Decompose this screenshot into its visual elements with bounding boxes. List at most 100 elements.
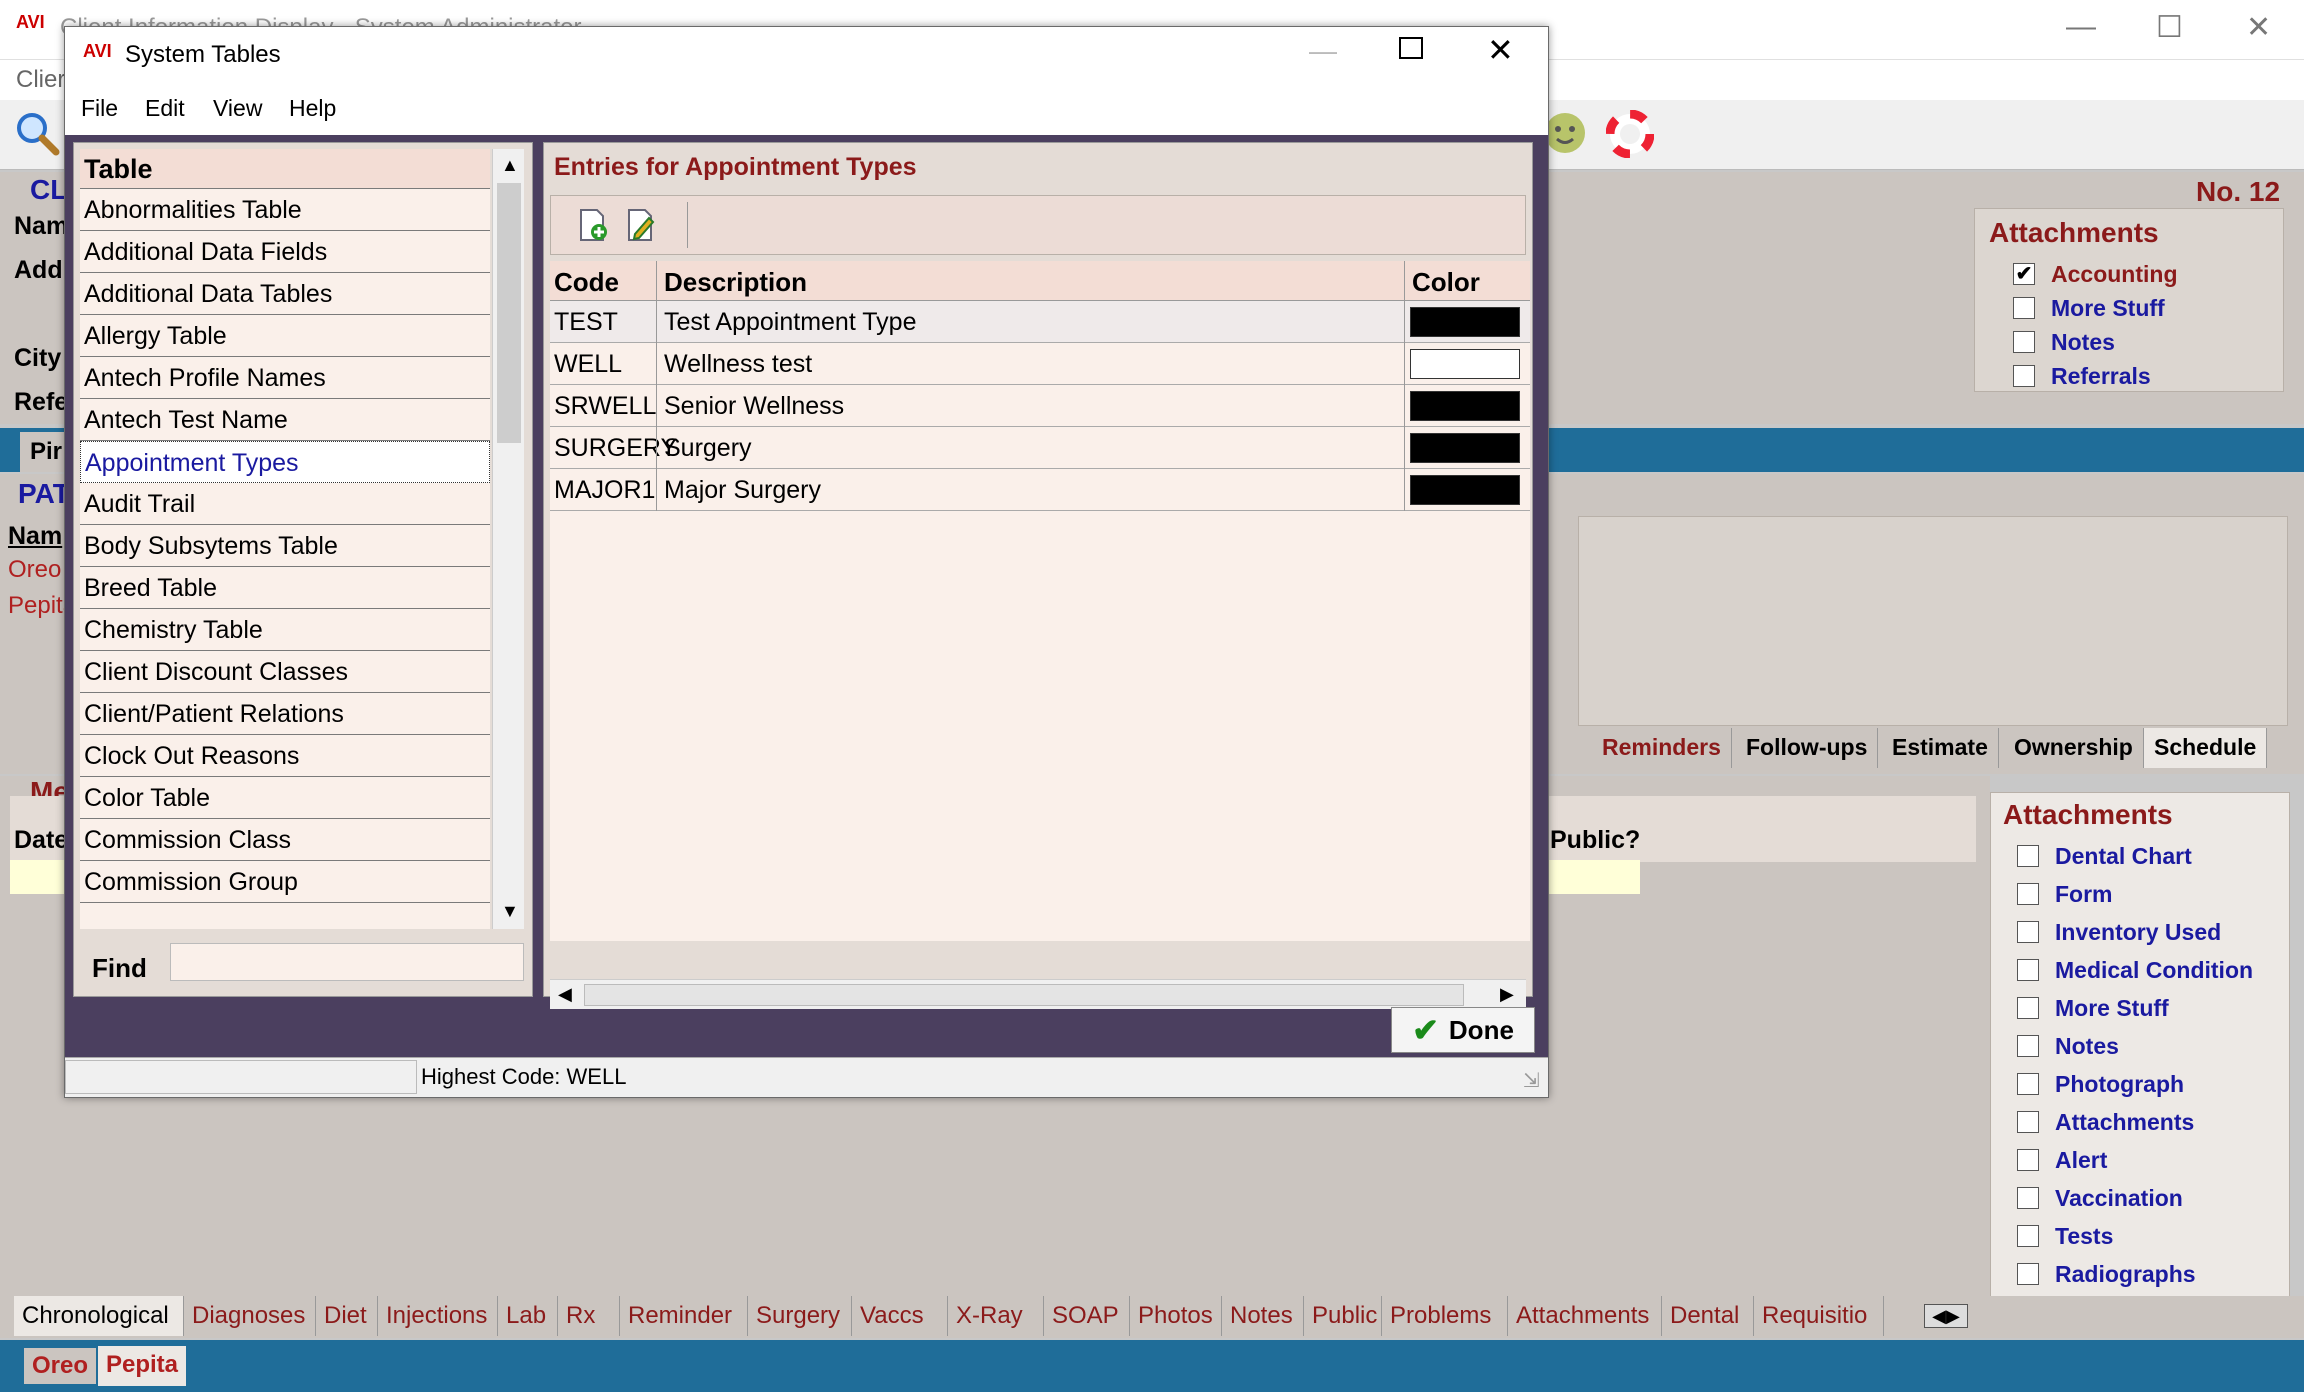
- dialog-close-icon[interactable]: ✕: [1487, 31, 1514, 69]
- scroll-down-icon[interactable]: ▼: [501, 901, 519, 922]
- table-list-item[interactable]: Commission Group: [80, 861, 490, 903]
- medical-attachment-item[interactable]: Attachments: [2017, 1103, 2253, 1141]
- table-list[interactable]: Table Abnormalities Table Additional Data…: [80, 149, 490, 929]
- tab-scroll-arrows-icon[interactable]: ◀▶: [1924, 1304, 1968, 1328]
- add-entry-icon[interactable]: [577, 208, 609, 242]
- menu-file[interactable]: File: [81, 95, 118, 122]
- table-list-scrollbar[interactable]: ▲ ▼: [492, 149, 524, 929]
- table-list-item[interactable]: Client Discount Classes: [80, 651, 490, 693]
- search-icon[interactable]: [14, 110, 60, 156]
- tab-injections[interactable]: Injections: [378, 1296, 498, 1336]
- dialog-minimize-icon[interactable]: —: [1309, 35, 1337, 67]
- checkbox[interactable]: [2017, 1073, 2039, 1095]
- find-input[interactable]: [170, 943, 524, 981]
- checkbox[interactable]: [2017, 1225, 2039, 1247]
- checkbox[interactable]: [2017, 1035, 2039, 1057]
- done-button[interactable]: ✔ Done: [1391, 1007, 1535, 1053]
- entry-color-swatch[interactable]: [1410, 475, 1520, 505]
- client-attachment-item[interactable]: Referrals: [2013, 359, 2178, 393]
- client-attachment-item[interactable]: More Stuff: [2013, 291, 2178, 325]
- entry-color-swatch[interactable]: [1410, 391, 1520, 421]
- main-minimize-icon[interactable]: —: [2066, 10, 2096, 44]
- column-description[interactable]: Description: [664, 267, 807, 298]
- medical-attachment-item[interactable]: Tests: [2017, 1217, 2253, 1255]
- medical-attachment-item[interactable]: Radiographs: [2017, 1255, 2253, 1293]
- client-attachment-item[interactable]: ✔ Accounting: [2013, 257, 2178, 291]
- edit-entry-icon[interactable]: [625, 208, 657, 242]
- medical-attachment-item[interactable]: Notes: [2017, 1027, 2253, 1065]
- tab-problems[interactable]: Problems: [1382, 1296, 1508, 1336]
- column-color[interactable]: Color: [1412, 267, 1480, 298]
- checkbox[interactable]: [2017, 845, 2039, 867]
- table-list-item[interactable]: Antech Profile Names: [80, 357, 490, 399]
- column-code[interactable]: Code: [554, 267, 619, 298]
- table-list-item[interactable]: Allergy Table: [80, 315, 490, 357]
- table-list-item[interactable]: Additional Data Fields: [80, 231, 490, 273]
- main-close-icon[interactable]: ✕: [2246, 10, 2271, 45]
- checkbox[interactable]: ✔: [2013, 263, 2035, 285]
- entry-row[interactable]: SURGERY Surgery: [550, 427, 1530, 469]
- main-maximize-icon[interactable]: ☐: [2156, 10, 2183, 45]
- resize-grip-icon[interactable]: ⇲: [1523, 1068, 1540, 1093]
- table-list-item[interactable]: Audit Trail: [80, 483, 490, 525]
- checkbox[interactable]: [2017, 1111, 2039, 1133]
- checkbox[interactable]: [2017, 1149, 2039, 1171]
- table-list-item[interactable]: Color Table: [80, 777, 490, 819]
- entry-row[interactable]: MAJOR1 Major Surgery: [550, 469, 1530, 511]
- hscrollbar-thumb[interactable]: [584, 984, 1464, 1006]
- tab-dental[interactable]: Dental: [1662, 1296, 1754, 1336]
- tab-patient-pepita[interactable]: Pepita: [98, 1346, 187, 1386]
- entry-color-swatch[interactable]: [1410, 307, 1520, 337]
- checkbox[interactable]: [2017, 883, 2039, 905]
- entry-color-swatch[interactable]: [1410, 433, 1520, 463]
- patient-row-oreo[interactable]: Oreo: [8, 556, 61, 584]
- checkbox[interactable]: [2013, 297, 2035, 319]
- tab-estimate[interactable]: Estimate: [1882, 728, 1999, 768]
- dialog-maximize-icon[interactable]: [1399, 37, 1423, 59]
- checkbox[interactable]: [2017, 1263, 2039, 1285]
- tab-notes[interactable]: Notes: [1222, 1296, 1304, 1336]
- checkbox[interactable]: [2017, 921, 2039, 943]
- tab-rx[interactable]: Rx: [558, 1296, 620, 1336]
- table-list-item[interactable]: Commission Class: [80, 819, 490, 861]
- medical-attachment-item[interactable]: Photograph: [2017, 1065, 2253, 1103]
- tab-surgery[interactable]: Surgery: [748, 1296, 852, 1336]
- medical-attachment-item[interactable]: Inventory Used: [2017, 913, 2253, 951]
- medical-attachment-item[interactable]: Medical Condition: [2017, 951, 2253, 989]
- table-list-item[interactable]: Chemistry Table: [80, 609, 490, 651]
- medical-attachment-item[interactable]: More Stuff: [2017, 989, 2253, 1027]
- table-list-item[interactable]: Abnormalities Table: [80, 189, 490, 231]
- tab-ownership[interactable]: Ownership: [2004, 728, 2144, 768]
- tab-patient-oreo[interactable]: Oreo: [24, 1348, 97, 1384]
- tab-x-ray[interactable]: X-Ray: [948, 1296, 1044, 1336]
- scroll-right-icon[interactable]: ▶: [1500, 984, 1514, 1005]
- checkbox[interactable]: [2017, 1187, 2039, 1209]
- table-list-item[interactable]: Antech Test Name: [80, 399, 490, 441]
- entries-grid[interactable]: Code Description Color TEST Test Appointm…: [550, 261, 1530, 941]
- table-list-item[interactable]: Breed Table: [80, 567, 490, 609]
- tab-attachments[interactable]: Attachments: [1508, 1296, 1662, 1336]
- menu-edit[interactable]: Edit: [145, 95, 185, 122]
- table-list-item[interactable]: Client/Patient Relations: [80, 693, 490, 735]
- entry-row[interactable]: SRWELL Senior Wellness: [550, 385, 1530, 427]
- main-menu-client[interactable]: Clier: [16, 66, 65, 94]
- medical-attachment-item[interactable]: Vaccination: [2017, 1179, 2253, 1217]
- lifebuoy-icon[interactable]: [1605, 109, 1655, 159]
- entry-row[interactable]: WELL Wellness test: [550, 343, 1530, 385]
- entries-hscrollbar[interactable]: ◀ ▶: [550, 979, 1526, 1009]
- tab-diet[interactable]: Diet: [316, 1296, 378, 1336]
- tab-schedule[interactable]: Schedule: [2144, 728, 2268, 768]
- menu-help[interactable]: Help: [289, 95, 336, 122]
- tab-diagnoses[interactable]: Diagnoses: [184, 1296, 316, 1336]
- medical-attachment-item[interactable]: Dental Chart: [2017, 837, 2253, 875]
- entry-row[interactable]: TEST Test Appointment Type: [550, 301, 1530, 343]
- table-list-item[interactable]: Appointment Types: [80, 441, 490, 483]
- checkbox[interactable]: [2013, 331, 2035, 353]
- tab-soap[interactable]: SOAP: [1044, 1296, 1130, 1336]
- scroll-up-icon[interactable]: ▲: [501, 155, 519, 176]
- menu-view[interactable]: View: [213, 95, 262, 122]
- table-list-item[interactable]: Additional Data Tables: [80, 273, 490, 315]
- tab-lab[interactable]: Lab: [498, 1296, 558, 1336]
- medical-attachment-item[interactable]: Form: [2017, 875, 2253, 913]
- client-attachment-item[interactable]: Notes: [2013, 325, 2178, 359]
